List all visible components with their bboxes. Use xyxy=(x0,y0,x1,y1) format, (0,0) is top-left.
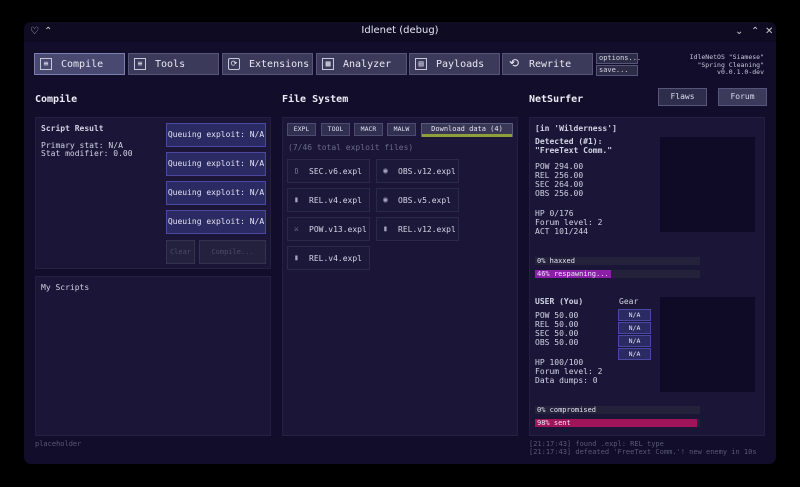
user-forum-level: Forum level: 2 xyxy=(535,367,603,376)
netsurfer-header: NetSurfer xyxy=(529,94,584,105)
file-item[interactable]: ▮ REL.v4.expl xyxy=(287,188,370,212)
rel-file-icon: ▮ xyxy=(294,195,299,204)
placeholder-text: placeholder xyxy=(35,440,82,448)
script-result-title: Script Result xyxy=(41,124,104,133)
os-info: IdleNetOS "Siamese" "Spring Cleaning" v0… xyxy=(689,53,764,76)
rewrite-icon: ⟲ xyxy=(508,56,520,70)
gear-slot[interactable]: N/A xyxy=(618,335,651,347)
file-item[interactable]: ▯ SEC.v6.expl xyxy=(287,159,370,183)
enemy-obs: OBS 256.00 xyxy=(535,189,584,198)
file-item[interactable]: ◉ OBS.v5.expl xyxy=(376,188,459,212)
enemy-hp: HP 0/176 xyxy=(535,209,574,218)
tab-extensions[interactable]: ⟳ Extensions xyxy=(222,53,313,75)
enemy-pow: POW 294.00 xyxy=(535,162,584,171)
gear-title: Gear xyxy=(619,297,639,306)
file-item[interactable]: ▮ REL.v12.expl xyxy=(376,217,459,241)
tab-compile[interactable]: ≡ Compile xyxy=(34,53,125,75)
flaws-button[interactable]: Flaws xyxy=(658,88,707,106)
user-obs: OBS 50.00 xyxy=(535,338,579,347)
user-pow: POW 50.00 xyxy=(535,311,579,320)
minimize-icon[interactable]: ⌄ xyxy=(735,25,743,39)
haxxed-bar: 0% haxxed xyxy=(535,257,700,265)
compile-header: Compile xyxy=(35,94,78,105)
payloads-icon: ▤ xyxy=(415,58,427,70)
enemy-forum-level: Forum level: 2 xyxy=(535,218,603,227)
filesystem-header: File System xyxy=(282,94,349,105)
enemy-rel: REL 256.00 xyxy=(535,171,584,180)
user-rel: REL 50.00 xyxy=(535,320,579,329)
location-text: [in 'Wilderness'] xyxy=(535,124,617,133)
compile-button[interactable]: Compile... xyxy=(199,240,266,264)
detected-line1: Detected (#1): xyxy=(535,137,603,146)
tab-tools[interactable]: ≡ Tools xyxy=(128,53,219,75)
gear-slot[interactable]: N/A xyxy=(618,348,651,360)
options-button[interactable]: options... xyxy=(596,53,641,64)
save-button[interactable]: save... xyxy=(596,65,638,76)
rel-file-icon: ▮ xyxy=(383,224,388,233)
data-dumps: Data dumps: 0 xyxy=(535,376,598,385)
title-bar: ♡ ⌃ Idlenet (debug) ⌄ ⌃ ✕ xyxy=(24,22,776,42)
pow-file-icon: ⚔ xyxy=(294,224,299,233)
compromised-bar: 0% compromised xyxy=(535,406,700,414)
maximize-icon[interactable]: ⌃ xyxy=(751,25,759,39)
filter-tool[interactable]: TOOL xyxy=(321,123,350,136)
analyzer-icon: ▦ xyxy=(322,58,334,70)
filter-malw[interactable]: MALW xyxy=(387,123,416,136)
filter-expl[interactable]: EXPL xyxy=(287,123,316,136)
download-data-button[interactable]: Download data (4) xyxy=(421,123,513,137)
user-hp: HP 100/100 xyxy=(535,358,584,367)
sec-file-icon: ▯ xyxy=(294,166,299,175)
file-item[interactable]: ▮ REL.v4.expl xyxy=(287,246,370,270)
window-title: Idlenet (debug) xyxy=(361,25,439,36)
enemy-sec: SEC 264.00 xyxy=(535,180,584,189)
user-portrait xyxy=(660,297,755,392)
my-scripts-title: My Scripts xyxy=(41,283,90,292)
queue-exploit-button[interactable]: Queuing exploit: N/A xyxy=(166,181,266,205)
sent-bar: 98% sent xyxy=(535,419,700,427)
tab-analyzer[interactable]: ▦ Analyzer xyxy=(316,53,407,75)
gear-slot[interactable]: N/A xyxy=(618,322,651,334)
file-item[interactable]: ⚔ POW.v13.expl xyxy=(287,217,370,241)
tab-payloads[interactable]: ▤ Payloads xyxy=(409,53,500,75)
enemy-act: ACT 101/244 xyxy=(535,227,588,236)
user-title: USER (You) xyxy=(535,297,584,306)
file-item[interactable]: ◉ OBS.v12.expl xyxy=(376,159,459,183)
user-sec: SEC 50.00 xyxy=(535,329,579,338)
queue-exploit-button[interactable]: Queuing exploit: N/A xyxy=(166,152,266,176)
extensions-icon: ⟳ xyxy=(228,58,240,70)
log-line: [21:17:43] found .expl: REL type xyxy=(529,440,664,448)
close-icon[interactable]: ✕ xyxy=(765,25,773,39)
rel-file-icon: ▮ xyxy=(294,253,299,262)
tools-icon: ≡ xyxy=(134,58,146,70)
obs-file-icon: ◉ xyxy=(383,166,388,175)
clear-button[interactable]: Clear xyxy=(166,240,195,264)
filter-macr[interactable]: MACR xyxy=(354,123,383,136)
queue-exploit-button[interactable]: Queuing exploit: N/A xyxy=(166,123,266,147)
log-line: [21:17:43] defeated 'FreeText Comm.'! ne… xyxy=(529,448,757,456)
compile-icon: ≡ xyxy=(40,58,52,70)
gear-slot[interactable]: N/A xyxy=(618,309,651,321)
enemy-name: "FreeText Comm." xyxy=(535,146,613,155)
my-scripts-panel xyxy=(35,276,271,436)
stat-modifier: Stat modifier: 0.00 xyxy=(41,149,133,158)
download-progress-bar xyxy=(422,134,512,137)
enemy-portrait xyxy=(660,137,755,232)
exploit-file-count: (7/46 total exploit files) xyxy=(288,143,414,152)
respawning-bar: 46% respawning... xyxy=(535,270,700,278)
queue-exploit-button[interactable]: Queuing exploit: N/A xyxy=(166,210,266,234)
forum-button[interactable]: Forum xyxy=(718,88,767,106)
tab-rewrite[interactable]: ⟲ Rewrite xyxy=(502,53,593,75)
obs-file-icon: ◉ xyxy=(383,195,388,204)
